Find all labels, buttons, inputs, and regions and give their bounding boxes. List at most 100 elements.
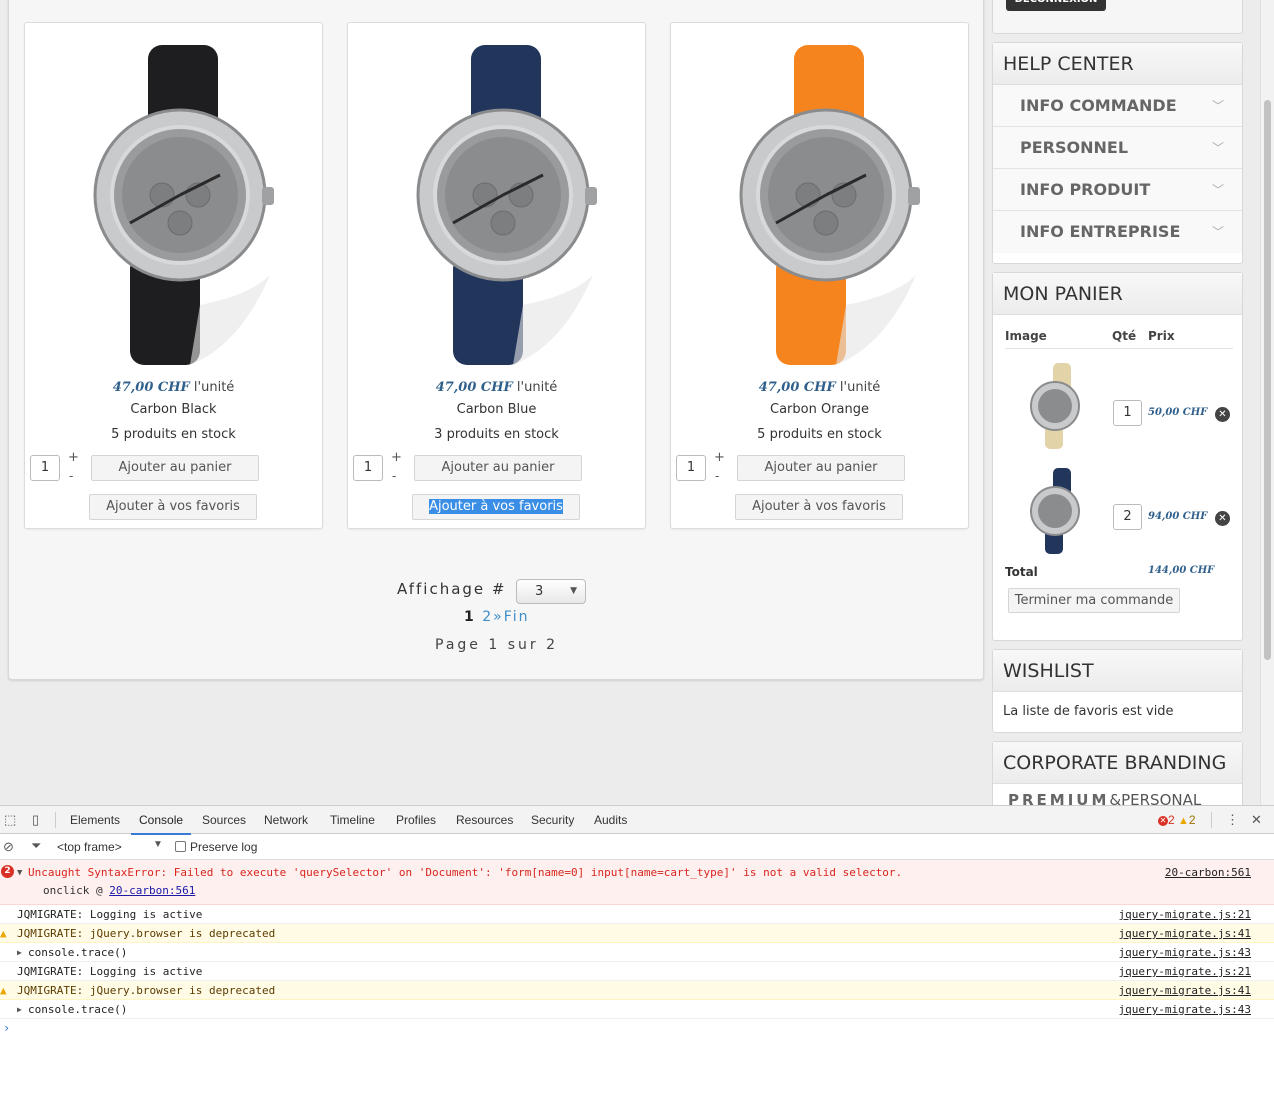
frame-dropdown-icon[interactable]: ▼ [153,839,163,850]
filter-icon[interactable]: ⏷ [31,838,41,854]
expand-triangle-icon[interactable]: ▼ [17,864,22,882]
quantity-input[interactable]: 1 [30,455,60,481]
product-name[interactable]: Carbon Orange [671,402,968,417]
tab-sources[interactable]: Sources [202,813,246,827]
warning-count-icon: ▲ [1178,815,1189,827]
preserve-log-checkbox[interactable] [175,841,186,852]
web-page: 47,00 CHF l'unité Carbon Black 5 produit… [0,0,1274,805]
checkout-button[interactable]: Terminer ma commande [1008,588,1180,613]
log-text: console.trace() [28,946,128,959]
tab-network[interactable]: Network [264,813,308,827]
add-to-cart-button[interactable]: Ajouter au panier [414,455,582,481]
console-toolbar: ⊘ ⏷ <top frame> ▼ Preserve log [0,834,1274,860]
remove-item-icon[interactable]: ✕ [1215,511,1230,526]
quantity-increase-button[interactable]: + [391,450,402,465]
error-message: Uncaught SyntaxError: Failed to execute … [28,866,903,879]
help-item-info-entreprise[interactable]: INFO ENTREPRISE ﹀ [993,211,1242,253]
product-image[interactable] [70,45,280,375]
log-source-link[interactable]: jquery-migrate.js:21 [1119,905,1251,924]
help-item-personnel[interactable]: PERSONNEL ﹀ [993,127,1242,169]
items-per-page-value: 3 [535,584,544,599]
branding-box: CORPORATE BRANDING PREMIUM&PERSONAL [992,741,1243,805]
console-trace-row[interactable]: ▶ console.trace() jquery-migrate.js:43 [0,943,1274,962]
cart-item-quantity[interactable]: 2 [1113,504,1142,530]
items-per-page-label: Affichage # [397,580,507,598]
expand-triangle-icon[interactable]: ▶ [17,943,22,962]
quantity-decrease-button[interactable]: - [392,469,396,483]
cart-header-image: Image [1005,329,1047,343]
help-center-title: HELP CENTER [993,43,1242,85]
remove-item-icon[interactable]: ✕ [1215,407,1230,422]
wishlist-box: WISHLIST La liste de favoris est vide [992,649,1243,733]
log-source-link[interactable]: jquery-migrate.js:43 [1119,1000,1251,1019]
error-stack-link[interactable]: 20-carbon:561 [109,884,195,897]
quantity-input[interactable]: 1 [353,455,383,481]
product-image[interactable] [393,45,603,375]
logout-button[interactable]: DÉCONNEXION [1006,0,1106,11]
log-source-link[interactable]: jquery-migrate.js:43 [1119,943,1251,962]
console-prompt[interactable]: › [0,1019,1274,1038]
cart-item-quantity[interactable]: 1 [1113,400,1142,426]
cart-item-image[interactable] [1023,466,1085,558]
price-unit: l'unité [193,380,235,395]
add-to-cart-button[interactable]: Ajouter au panier [91,455,259,481]
price-line: 47,00 CHF l'unité [25,380,322,395]
add-to-favorites-button[interactable]: Ajouter à vos favoris [89,494,257,520]
inspect-element-icon[interactable]: ⬚ [4,812,16,828]
page-scrollbar[interactable] [1260,0,1274,805]
add-to-favorites-button[interactable]: Ajouter à vos favoris [735,494,903,520]
preserve-log-label: Preserve log [190,840,258,854]
product-image[interactable] [716,45,926,375]
log-source-link[interactable]: jquery-migrate.js:41 [1119,981,1251,1000]
quantity-input[interactable]: 1 [676,455,706,481]
add-to-favorites-button[interactable]: Ajouter à vos favoris [412,494,580,520]
log-text: JQMIGRATE: jQuery.browser is deprecated [17,984,276,997]
issue-counts[interactable]: ✕ 2 ▲2 [1158,813,1196,827]
cart-header-price: Prix [1148,329,1175,343]
tab-resources[interactable]: Resources [456,813,513,827]
log-source-link[interactable]: jquery-migrate.js:21 [1119,962,1251,981]
cart-item-image[interactable] [1023,361,1085,453]
error-count: 2 [1168,813,1175,827]
quantity-decrease-button[interactable]: - [715,469,719,483]
quantity-increase-button[interactable]: + [68,450,79,465]
log-text: console.trace() [28,1003,128,1016]
tab-audits[interactable]: Audits [594,813,627,827]
chevron-down-icon: ﹀ [1211,141,1224,155]
console-output: 2 ▼ Uncaught SyntaxError: Failed to exec… [0,860,1274,1038]
expand-triangle-icon[interactable]: ▶ [17,1000,22,1019]
add-to-cart-button[interactable]: Ajouter au panier [737,455,905,481]
items-per-page-select[interactable]: 3 ▼ [516,579,586,604]
help-item-info-commande[interactable]: INFO COMMANDE ﹀ [993,85,1242,127]
frame-selector[interactable]: <top frame> [57,840,122,854]
device-mode-icon[interactable]: ▯ [32,812,39,828]
close-icon[interactable]: ✕ [1251,812,1262,828]
more-options-icon[interactable]: ⋮ [1226,812,1239,828]
console-trace-row[interactable]: ▶ console.trace() jquery-migrate.js:43 [0,1000,1274,1019]
prompt-icon: › [3,1021,11,1035]
log-source-link[interactable]: jquery-migrate.js:41 [1119,924,1251,943]
product-name[interactable]: Carbon Blue [348,402,645,417]
tab-security[interactable]: Security [531,813,574,827]
scrollbar-thumb[interactable] [1264,100,1271,660]
quantity-decrease-button[interactable]: - [69,469,73,483]
tab-console[interactable]: Console [130,813,192,835]
last-page-link[interactable]: Fin [504,609,530,625]
onclick-label: onclick @ [43,884,110,897]
next-page-link[interactable]: » [493,609,504,625]
quantity-increase-button[interactable]: + [714,450,725,465]
chevron-down-icon: ﹀ [1211,99,1224,113]
branding-logo[interactable]: PREMIUM&PERSONAL [1008,791,1201,805]
product-name[interactable]: Carbon Black [25,402,322,417]
help-item-label: PERSONNEL [1020,138,1129,157]
tab-profiles[interactable]: Profiles [396,813,436,827]
tab-timeline[interactable]: Timeline [330,813,375,827]
tab-elements[interactable]: Elements [70,813,120,827]
help-item-info-produit[interactable]: INFO PRODUIT ﹀ [993,169,1242,211]
stock-status: 3 produits en stock [434,427,559,442]
error-source-link[interactable]: 20-carbon:561 [1165,864,1251,882]
clear-console-icon[interactable]: ⊘ [3,839,14,855]
help-item-label: INFO PRODUIT [1020,180,1151,199]
toolbar-divider [1211,812,1212,828]
page-link-2[interactable]: 2 [482,609,493,625]
